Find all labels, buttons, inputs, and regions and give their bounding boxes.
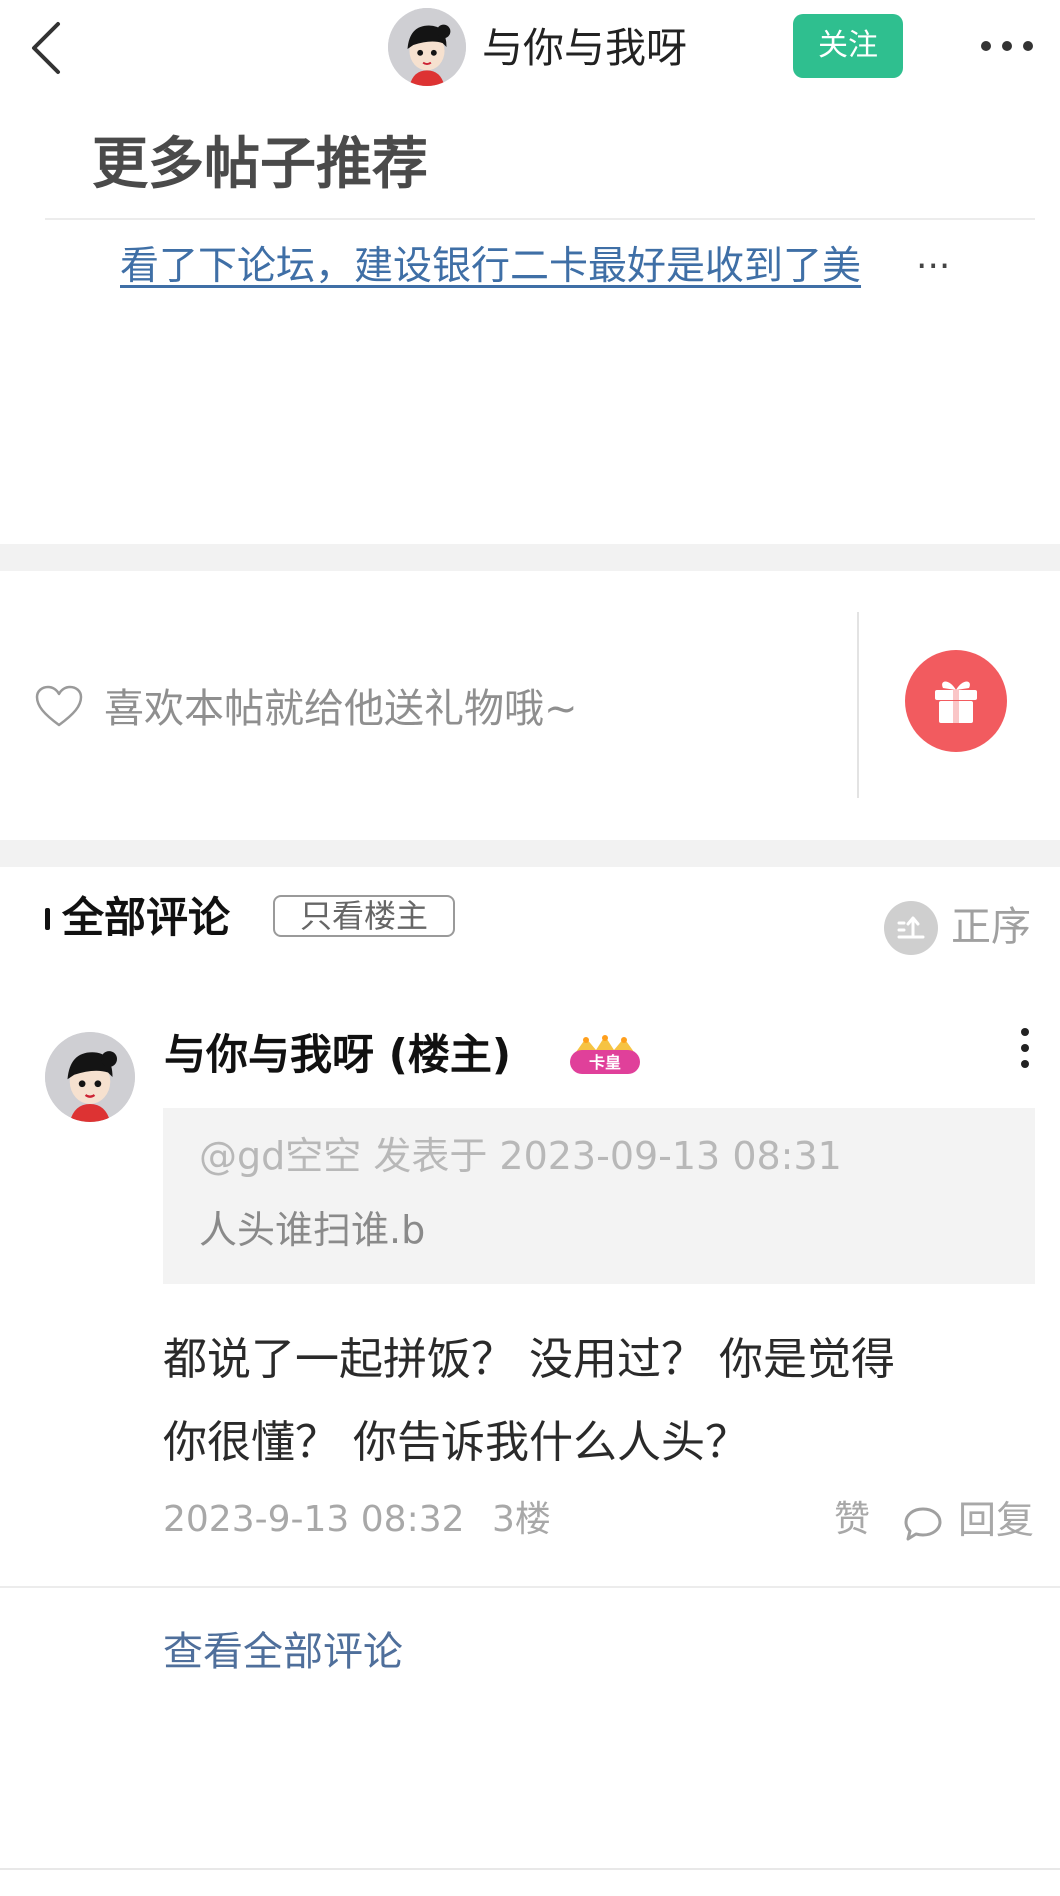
header-avatar[interactable]: [388, 8, 466, 86]
comment-body: 都说了一起拼饭？ 没用过？ 你是觉得 你很懂？ 你告诉我什么人头？: [163, 1318, 1035, 1484]
back-icon[interactable]: [28, 18, 68, 78]
floor-number: 3楼: [492, 1499, 551, 1540]
commenter-avatar[interactable]: [45, 1032, 135, 1122]
badge-label: 卡皇: [589, 1053, 621, 1072]
sort-label[interactable]: 正序: [951, 898, 1031, 956]
quote-text: 人头谁扫谁.b: [199, 1208, 426, 1252]
gift-icon: [935, 681, 977, 723]
comment-bubble-icon[interactable]: [902, 1505, 944, 1543]
send-gift-button[interactable]: [905, 650, 1007, 752]
cartoon-avatar-icon: [45, 1032, 135, 1122]
only-op-button[interactable]: 只看楼主: [273, 895, 455, 937]
sort-icon: [897, 916, 925, 939]
reply-button[interactable]: 回复: [958, 1494, 1034, 1546]
comment-timestamp: 2023-9-13 08:32: [163, 1499, 465, 1540]
divider: [0, 1868, 1060, 1870]
comment-body-line: 你很懂？ 你告诉我什么人头？: [163, 1417, 749, 1468]
view-all-comments-link[interactable]: 查看全部评论: [163, 1624, 403, 1680]
section-accent-bar: [45, 908, 50, 930]
comment-body-line: 都说了一起拼饭？ 没用过？ 你是觉得: [163, 1334, 895, 1385]
gift-prompt: 喜欢本帖就给他送礼物哦~: [104, 686, 578, 732]
heart-outline-icon[interactable]: [34, 684, 84, 728]
like-button[interactable]: 赞: [834, 1494, 870, 1546]
crown-badge-icon: 卡皇: [570, 1035, 640, 1074]
recommended-post-link[interactable]: 看了下论坛，建设银行二卡最好是收到了美: [120, 240, 861, 294]
commenter-name[interactable]: 与你与我呀 (楼主): [164, 1024, 511, 1086]
vertical-divider: [857, 612, 859, 798]
kebab-menu-icon[interactable]: [1018, 1026, 1032, 1070]
quote-meta: @gd空空 发表于 2023-09-13 08:31: [199, 1134, 842, 1178]
ellipsis: ···: [916, 246, 951, 287]
comments-title: 全部评论: [62, 893, 231, 942]
more-posts-title: 更多帖子推荐: [92, 132, 428, 197]
quoted-comment[interactable]: @gd空空 发表于 2023-09-13 08:31 人头谁扫谁.b: [163, 1108, 1035, 1284]
follow-button[interactable]: 关注: [793, 14, 903, 78]
more-horizontal-icon[interactable]: [980, 38, 1034, 54]
header-username[interactable]: 与你与我呀: [482, 18, 687, 78]
sort-button[interactable]: [884, 901, 938, 955]
section-separator: [0, 840, 1060, 867]
divider: [0, 1586, 1060, 1588]
section-separator: [0, 544, 1060, 571]
divider: [45, 218, 1035, 220]
cartoon-avatar-icon: [388, 8, 466, 86]
